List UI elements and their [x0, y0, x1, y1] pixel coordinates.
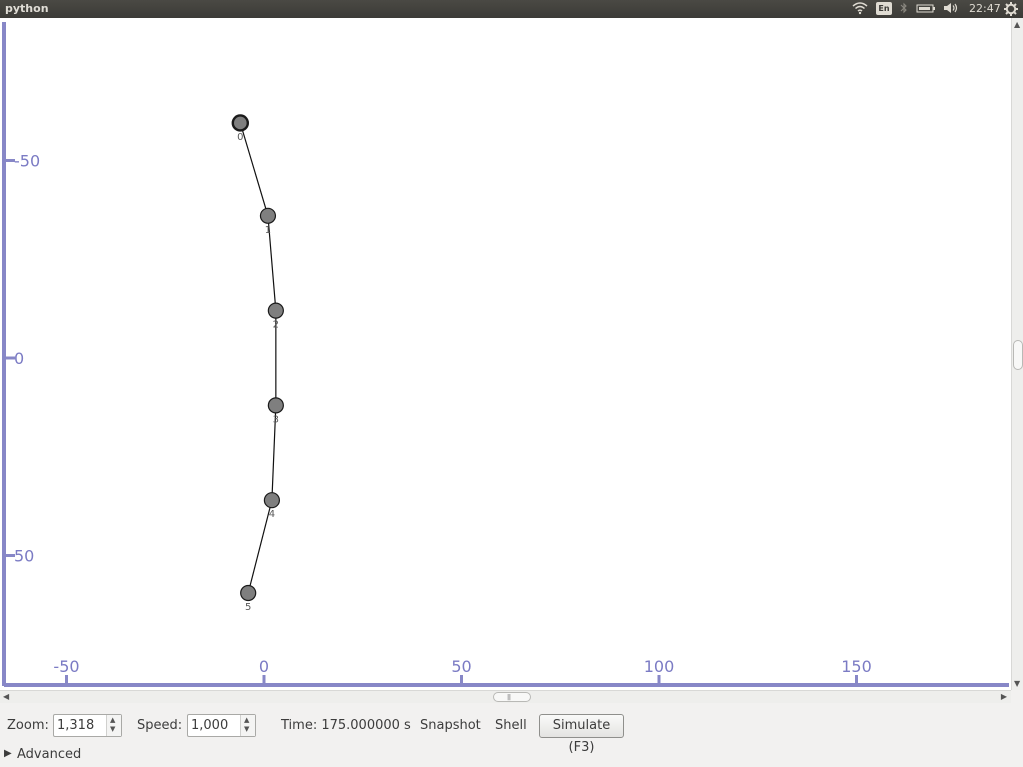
- volume-icon[interactable]: [943, 1, 959, 17]
- node-label: 3: [273, 414, 279, 425]
- link-line: [239, 122, 269, 216]
- zoom-spinner[interactable]: ▲ ▼: [53, 714, 122, 737]
- time-readout: Time: 175.000000 s: [281, 718, 411, 733]
- scroll-left-arrow-icon[interactable]: ◀: [3, 692, 9, 701]
- spin-down-icon[interactable]: ▼: [110, 725, 115, 733]
- y-tick-label: 50: [14, 547, 34, 566]
- spin-up-icon[interactable]: ▲: [244, 716, 249, 724]
- scroll-up-arrow-icon[interactable]: ▲: [1014, 20, 1020, 29]
- expander-arrow-icon[interactable]: ▶: [4, 748, 12, 759]
- spin-up-icon[interactable]: ▲: [110, 716, 115, 724]
- speed-spin-buttons[interactable]: ▲ ▼: [240, 715, 255, 736]
- zoom-spin-buttons[interactable]: ▲ ▼: [106, 715, 121, 736]
- mass-node[interactable]: [267, 397, 284, 414]
- x-tick-label: 0: [259, 657, 269, 676]
- wifi-icon[interactable]: [852, 1, 868, 17]
- mass-node[interactable]: [240, 584, 257, 602]
- advanced-label[interactable]: Advanced: [17, 747, 81, 762]
- node-label: 0: [237, 132, 243, 143]
- y-tick-label: 0: [14, 349, 24, 368]
- node-label: 1: [265, 225, 271, 236]
- bottom-toolbar: Zoom: ▲ ▼ Speed: ▲ ▼ Time: 175.000000 s …: [0, 704, 1023, 755]
- top-panel: python En 22:47: [0, 0, 1023, 18]
- mass-node[interactable]: [231, 114, 250, 132]
- simulate-button[interactable]: Simulate (F3): [539, 714, 624, 755]
- horizontal-scroll-thumb[interactable]: |||: [493, 692, 531, 702]
- keyboard-layout-indicator[interactable]: En: [876, 2, 892, 15]
- spin-down-icon[interactable]: ▼: [244, 725, 249, 733]
- bluetooth-icon[interactable]: [900, 1, 908, 17]
- mass-node[interactable]: [259, 207, 277, 224]
- grip-icon: |||: [507, 694, 511, 701]
- speed-spinner[interactable]: ▲ ▼: [187, 714, 256, 737]
- y-tick-label: -50: [14, 152, 40, 171]
- node-label: 5: [245, 602, 251, 613]
- zoom-input[interactable]: [57, 717, 105, 734]
- x-tick-label: -50: [53, 657, 79, 676]
- gear-icon[interactable]: [1003, 1, 1019, 17]
- mass-node[interactable]: [263, 492, 280, 509]
- speed-label: Speed:: [137, 718, 183, 733]
- zoom-label: Zoom:: [7, 718, 49, 733]
- shell-button[interactable]: Shell: [495, 718, 527, 733]
- simulation-canvas[interactable]: -50 0 50 -50 0 50 100 150 0 1 2 3 4 5: [0, 18, 1023, 690]
- scroll-right-arrow-icon[interactable]: ▶: [1001, 692, 1007, 701]
- node-label: 2: [273, 320, 279, 331]
- vertical-scrollbar[interactable]: ▲ ▼: [1011, 18, 1023, 690]
- x-tick-label: 50: [451, 657, 471, 676]
- horizontal-scrollbar[interactable]: ◀ ||| ▶: [0, 690, 1011, 703]
- vertical-scroll-thumb[interactable]: [1013, 340, 1023, 370]
- x-tick-label: 150: [841, 657, 872, 676]
- scroll-down-arrow-icon[interactable]: ▼: [1014, 679, 1020, 688]
- battery-icon[interactable]: [916, 1, 936, 17]
- clock[interactable]: 22:47: [969, 2, 1001, 15]
- node-label: 4: [269, 509, 275, 520]
- snapshot-button[interactable]: Snapshot: [420, 718, 481, 733]
- mass-node[interactable]: [267, 302, 284, 319]
- simulation-plot[interactable]: -50 0 50 -50 0 50 100 150 0 1 2 3 4 5: [0, 18, 1011, 690]
- speed-input[interactable]: [191, 717, 239, 734]
- x-tick-label: 100: [644, 657, 675, 676]
- app-title: python: [5, 2, 49, 15]
